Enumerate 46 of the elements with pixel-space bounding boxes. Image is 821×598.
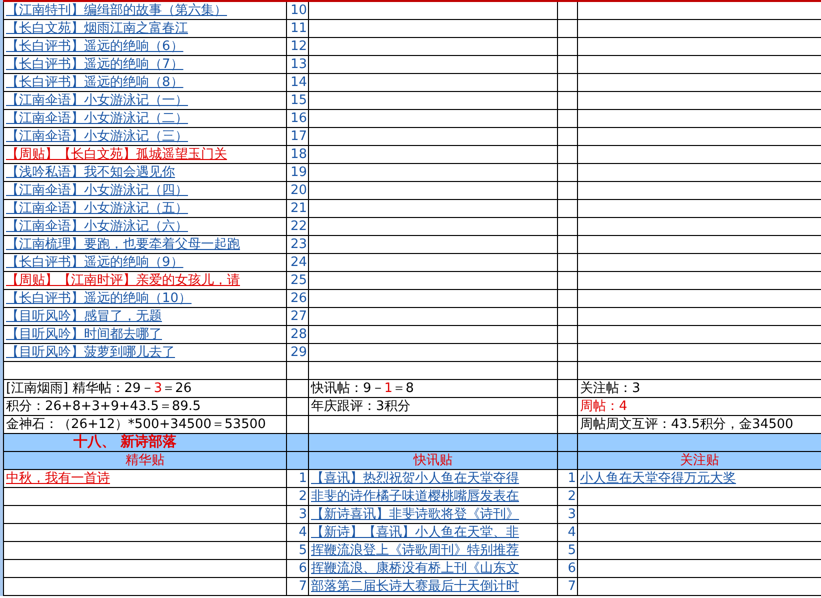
row-number: 20 — [290, 183, 307, 198]
column-header: 快讯贴 — [414, 453, 452, 468]
row-number: 25 — [290, 273, 307, 288]
row-number: 19 — [290, 165, 307, 180]
row-number: 14 — [290, 75, 307, 90]
row-number: 6 — [568, 561, 576, 576]
summary-text: 快讯帖：9－1＝8 — [311, 381, 414, 396]
row-number: 24 — [290, 255, 307, 270]
row-number: 26 — [290, 291, 307, 306]
summary-text: 周帖：4 — [580, 399, 628, 414]
summary-text: 积分：26+8+3+9+43.5＝89.5 — [6, 399, 201, 414]
row-number: 1 — [568, 471, 576, 486]
row-number: 17 — [290, 129, 307, 144]
row-number: 27 — [290, 309, 307, 324]
row-number: 22 — [290, 219, 307, 234]
row-number: 4 — [568, 525, 576, 540]
summary-text: 年庆跟评：3积分 — [311, 399, 410, 414]
row-number: 1 — [298, 471, 307, 486]
row-number: 11 — [290, 21, 307, 36]
row-number: 28 — [290, 327, 307, 342]
row-number: 6 — [298, 561, 307, 576]
row-number: 29 — [290, 345, 307, 360]
row-number: 3 — [298, 507, 307, 522]
row-number: 4 — [298, 525, 307, 540]
row-number: 23 — [290, 237, 307, 252]
row-number: 16 — [290, 111, 307, 126]
row-number: 13 — [290, 57, 307, 72]
row-number: 5 — [568, 543, 576, 558]
row-number: 10 — [290, 3, 307, 18]
row-number: 12 — [290, 39, 307, 54]
summary-text: 金神石：（26+12）*500+34500＝53500 — [6, 417, 266, 432]
summary-text: [江南烟雨] 精华帖：29－3＝26 — [6, 381, 192, 396]
row-number: 7 — [568, 579, 576, 594]
row-number: 7 — [298, 579, 307, 594]
column-header: 关注贴 — [680, 453, 719, 468]
column-header: 精华贴 — [126, 453, 164, 468]
row-number: 21 — [290, 201, 307, 216]
row-number: 5 — [298, 543, 307, 558]
row-number: 15 — [290, 93, 307, 108]
summary-text: 周帖周文互评：43.5积分，金34500 — [580, 417, 794, 432]
row-number: 18 — [290, 147, 307, 162]
section-title: 十八、 新诗部落 — [74, 434, 176, 450]
row-number: 3 — [568, 507, 576, 522]
summary-text: 关注帖：3 — [580, 381, 640, 396]
row-number: 2 — [298, 489, 307, 504]
row-number: 2 — [568, 489, 576, 504]
